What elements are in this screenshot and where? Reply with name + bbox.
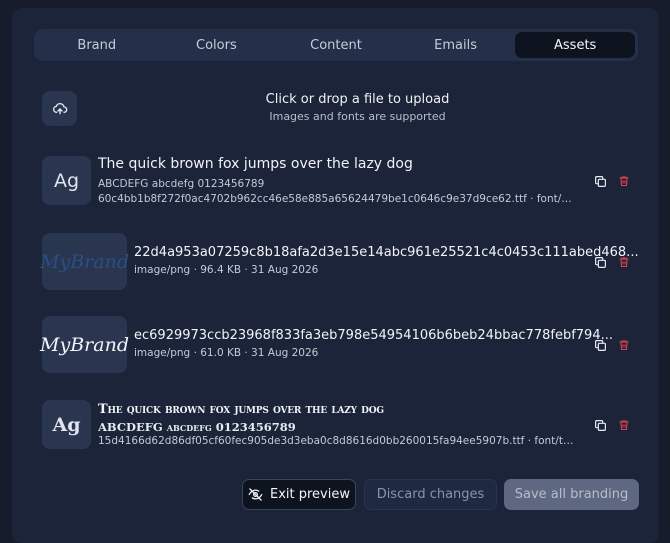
trash-icon: [619, 176, 629, 187]
delete-button[interactable]: [616, 254, 632, 270]
font-thumbnail: Ag: [42, 156, 91, 205]
font-preview-text: The quick brown fox jumps over the lazy …: [98, 402, 384, 417]
copy-icon: [594, 339, 606, 351]
upload-title: Click or drop a file to upload: [265, 92, 450, 107]
copy-icon: [594, 256, 606, 268]
trash-icon: [619, 420, 629, 431]
tab-emails[interactable]: Emails: [396, 32, 516, 58]
asset-meta: 60c4bb1b8f272f0ac4702b962cc46e58e885a656…: [98, 193, 574, 205]
delete-button[interactable]: [616, 337, 632, 353]
list-item: MyBrand 22d4a953a07259c8b18afa2d3e15e14a…: [40, 233, 639, 290]
asset-meta: 15d4166d62d86df05cf60fec905de3d3eba0c8d8…: [98, 435, 574, 447]
upload-subtitle: Images and fonts are supported: [269, 110, 446, 123]
font-thumbnail: Ag: [42, 400, 91, 449]
asset-actions: [592, 337, 632, 353]
save-all-branding-button[interactable]: Save all branding: [504, 479, 639, 510]
trash-icon: [619, 340, 629, 351]
font-preview-text: The quick brown fox jumps over the lazy …: [98, 156, 413, 172]
upload-dropzone[interactable]: Click or drop a file to upload Images an…: [0, 91, 670, 124]
trash-icon: [619, 257, 629, 268]
tab-brand[interactable]: Brand: [37, 32, 157, 58]
list-item: Ag The quick brown fox jumps over the la…: [42, 400, 632, 452]
tab-content[interactable]: Content: [276, 32, 396, 58]
logo-preview: MyBrand: [40, 250, 129, 273]
list-item: MyBrand ec6929973ccb23968f833fa3eb798e54…: [40, 316, 632, 373]
delete-button[interactable]: [616, 173, 632, 189]
asset-actions: [592, 417, 632, 433]
image-thumbnail: MyBrand: [40, 316, 129, 373]
exit-preview-button[interactable]: Exit preview: [242, 479, 356, 510]
logo-preview: MyBrand: [40, 333, 129, 356]
discard-changes-button[interactable]: Discard changes: [364, 479, 497, 510]
asset-filename: ec6929973ccb23968f833fa3eb798e54954106b6…: [134, 328, 613, 343]
list-item: Ag The quick brown fox jumps over the la…: [42, 156, 632, 208]
copy-button[interactable]: [592, 337, 608, 353]
copy-icon: [594, 175, 606, 187]
asset-meta: image/png · 96.4 KB · 31 Aug 2026: [134, 264, 319, 276]
asset-actions: [592, 254, 632, 270]
asset-actions: [592, 173, 632, 189]
font-sample-text: ABCDEFG abcdefg 0123456789: [98, 178, 265, 190]
tab-bar: Brand Colors Content Emails Assets: [34, 29, 638, 61]
copy-icon: [594, 419, 606, 431]
font-sample-text: ABCDEFG abcdefg 0123456789: [98, 420, 296, 434]
delete-button[interactable]: [616, 417, 632, 433]
asset-filename: 22d4a953a07259c8b18afa2d3e15e14abc961e25…: [134, 245, 639, 260]
image-thumbnail: MyBrand: [40, 233, 129, 290]
eye-off-icon: [248, 488, 263, 501]
copy-button[interactable]: [592, 417, 608, 433]
tab-colors[interactable]: Colors: [157, 32, 277, 58]
copy-button[interactable]: [592, 254, 608, 270]
tab-assets[interactable]: Assets: [515, 32, 635, 58]
exit-preview-label: Exit preview: [270, 487, 350, 502]
asset-meta: image/png · 61.0 KB · 31 Aug 2026: [134, 347, 319, 359]
copy-button[interactable]: [592, 173, 608, 189]
